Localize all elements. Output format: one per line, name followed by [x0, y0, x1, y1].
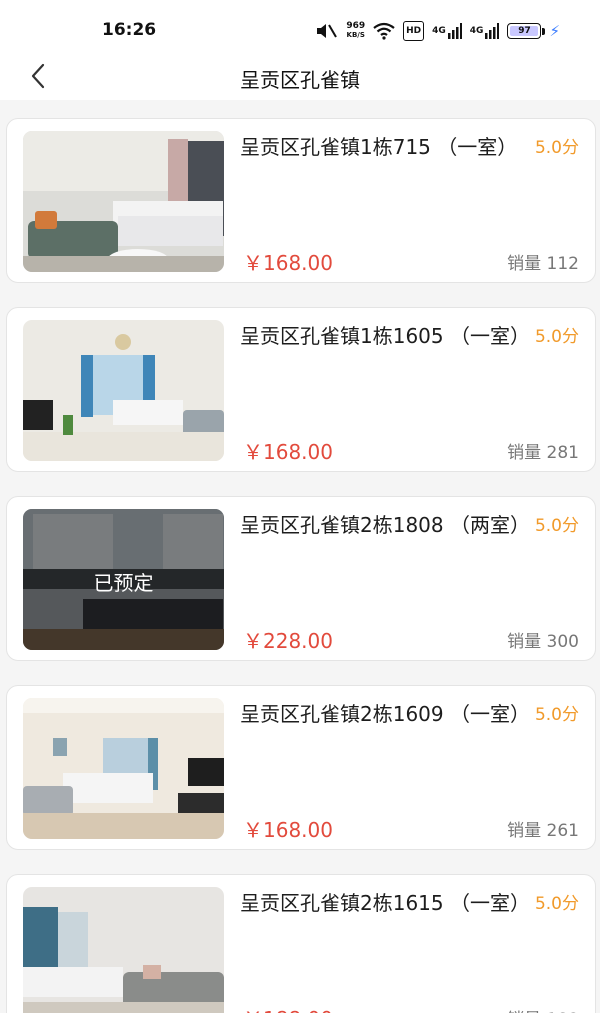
listing-title: 呈贡区孔雀镇1栋715 （一室）: [240, 135, 518, 159]
listing-rating: 5.0分: [534, 138, 579, 158]
mute-icon: [314, 21, 338, 41]
status-time: 16:26: [102, 20, 157, 40]
network-speed-unit: KB/S: [346, 31, 365, 39]
signal-label: 4G: [432, 25, 446, 36]
listing-card[interactable]: 已预定 呈贡区孔雀镇2栋1808 （两室） 5.0分 ￥228.00 销量 30…: [6, 496, 596, 661]
listing-photo: 已预定: [23, 509, 224, 650]
status-bar: 16:26 969 KB/S HD 4G 4G 97 ⚡: [0, 0, 600, 58]
listing-sales: 销量 189: [507, 1005, 579, 1013]
listing-card[interactable]: 呈贡区孔雀镇1栋1605 （一室） 5.0分 ￥168.00 销量 281: [6, 307, 596, 472]
charging-icon: ⚡: [549, 22, 560, 40]
listing-rating: 5.0分: [534, 516, 579, 536]
listing-photo: [23, 320, 224, 461]
listing-price: ￥228.00: [243, 629, 333, 653]
listing-sales: 销量 112: [507, 254, 579, 274]
listing-card[interactable]: 呈贡区孔雀镇2栋1615 （一室） 5.0分 ￥188.00 销量 189: [6, 874, 596, 1013]
wifi-icon: [373, 21, 395, 41]
listing-rating: 5.0分: [534, 894, 579, 914]
nav-bar: 呈贡区孔雀镇: [0, 58, 600, 100]
listing-rating: 5.0分: [534, 327, 579, 347]
listing-title: 呈贡区孔雀镇2栋1615 （一室）: [240, 891, 530, 915]
listing-price: ￥168.00: [243, 440, 333, 464]
listing-title: 呈贡区孔雀镇2栋1609 （一室）: [240, 702, 530, 726]
listing-rating: 5.0分: [534, 705, 579, 725]
listing-sales: 销量 281: [507, 443, 579, 463]
battery-icon: 97 ⚡: [507, 22, 560, 40]
listing-sales: 销量 300: [507, 632, 579, 652]
listing-price: ￥168.00: [243, 251, 333, 275]
listing-price: ￥188.00: [243, 1003, 333, 1013]
listing-photo: [23, 131, 224, 272]
listing-title: 呈贡区孔雀镇2栋1808 （两室）: [240, 513, 530, 537]
battery-level: 97: [510, 26, 539, 36]
status-icons: 969 KB/S HD 4G 4G 97 ⚡: [314, 20, 560, 42]
listing-price: ￥168.00: [243, 818, 333, 842]
listing-sales: 销量 261: [507, 821, 579, 841]
page-title: 呈贡区孔雀镇: [240, 68, 360, 92]
listing-card[interactable]: 呈贡区孔雀镇2栋1609 （一室） 5.0分 ￥168.00 销量 261: [6, 685, 596, 850]
signal-icon: 4G: [432, 21, 462, 41]
listing-photo: [23, 887, 224, 1013]
network-speed: 969 KB/S: [346, 21, 365, 41]
listing-title: 呈贡区孔雀镇1栋1605 （一室）: [240, 324, 530, 348]
hd-badge: HD: [403, 21, 425, 41]
reserved-label: 已预定: [93, 571, 154, 595]
listing-card[interactable]: 呈贡区孔雀镇1栋715 （一室） 5.0分 ￥168.00 销量 112: [6, 118, 596, 283]
network-speed-value: 969: [346, 21, 366, 31]
signal-label-2: 4G: [469, 25, 484, 36]
signal-icon-2: 4G: [470, 21, 500, 41]
listing-photo: [23, 698, 224, 839]
